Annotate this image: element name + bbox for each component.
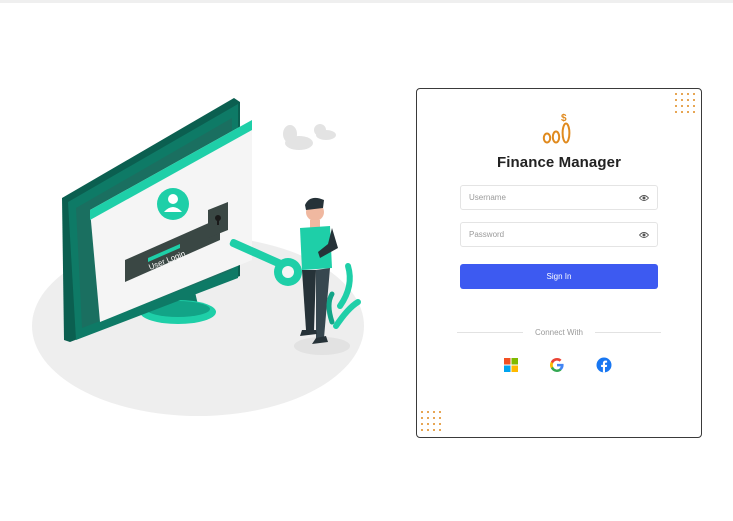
connect-with-divider: Connect With <box>457 328 661 338</box>
top-strip <box>0 0 733 3</box>
password-field[interactable] <box>460 222 658 247</box>
eye-icon[interactable] <box>639 193 649 203</box>
username-input[interactable] <box>469 193 635 202</box>
eye-icon[interactable] <box>639 230 649 240</box>
facebook-icon[interactable] <box>596 357 612 373</box>
decorative-dots <box>675 93 695 113</box>
password-input[interactable] <box>469 230 635 239</box>
microsoft-icon[interactable] <box>503 357 519 373</box>
finance-logo-icon: $ <box>542 113 571 144</box>
decorative-dots <box>421 411 441 431</box>
page-title: Finance Manager <box>496 154 622 171</box>
divider-line <box>595 332 661 333</box>
sign-in-button[interactable]: Sign In <box>460 264 658 289</box>
svg-text:$: $ <box>561 113 567 124</box>
username-field[interactable] <box>460 185 658 210</box>
google-icon[interactable] <box>549 357 565 373</box>
login-card: $ Finance Manager Sign In Connect With <box>416 88 702 438</box>
login-illustration: User Login <box>32 98 364 416</box>
